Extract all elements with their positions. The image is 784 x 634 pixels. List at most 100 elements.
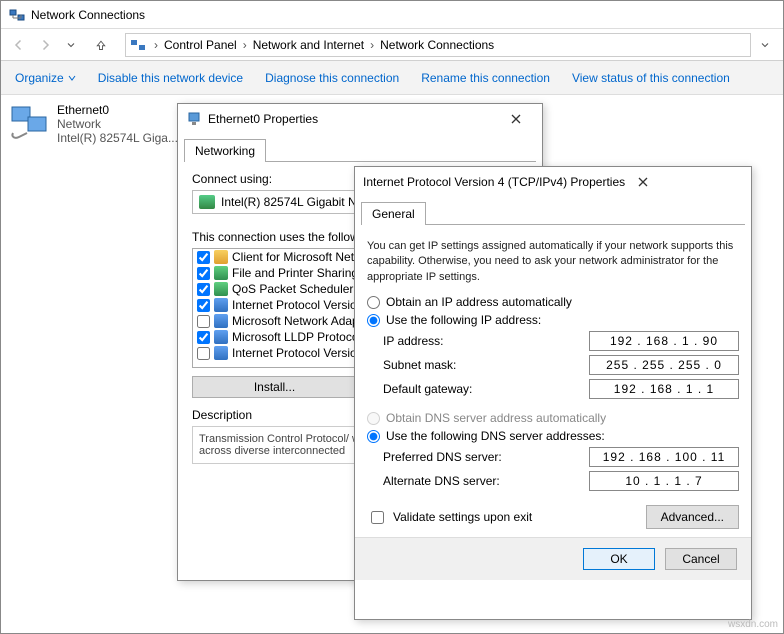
help-text: You can get IP settings assigned automat… bbox=[367, 239, 739, 285]
validate-checkbox-input[interactable] bbox=[371, 511, 384, 524]
tab-general[interactable]: General bbox=[361, 202, 426, 225]
ip-address-label: IP address: bbox=[383, 334, 589, 348]
component-label: Internet Protocol Version bbox=[232, 298, 363, 312]
adapter-icon bbox=[9, 103, 49, 143]
nic-icon bbox=[199, 195, 215, 209]
advanced-button[interactable]: Advanced... bbox=[646, 505, 739, 529]
close-button[interactable] bbox=[625, 170, 661, 194]
adapter-status: Network bbox=[57, 117, 178, 131]
component-checkbox[interactable] bbox=[197, 347, 210, 360]
component-checkbox[interactable] bbox=[197, 299, 210, 312]
close-button[interactable] bbox=[498, 107, 534, 131]
pref-dns-input[interactable]: 192 . 168 . 100 . 11 bbox=[589, 447, 739, 467]
install-button[interactable]: Install... bbox=[192, 376, 357, 398]
chevron-down-icon bbox=[68, 74, 76, 82]
use-dns-radio-input[interactable] bbox=[367, 430, 380, 443]
component-icon bbox=[214, 266, 228, 280]
command-toolbar: Organize Disable this network device Dia… bbox=[1, 61, 783, 95]
organize-menu[interactable]: Organize bbox=[15, 71, 76, 85]
component-checkbox[interactable] bbox=[197, 315, 210, 328]
component-checkbox[interactable] bbox=[197, 251, 210, 264]
network-icon bbox=[186, 111, 202, 127]
component-icon bbox=[214, 298, 228, 312]
back-button[interactable] bbox=[7, 33, 31, 57]
chevron-right-icon: › bbox=[239, 38, 251, 52]
tab-bar: General bbox=[361, 201, 745, 225]
ip-address-row: IP address: 192 . 168 . 1 . 90 bbox=[383, 331, 739, 351]
validate-checkbox[interactable]: Validate settings upon exit bbox=[367, 508, 532, 527]
up-button[interactable] bbox=[89, 33, 113, 57]
ok-button[interactable]: OK bbox=[583, 548, 655, 570]
tab-bar: Networking bbox=[184, 138, 536, 162]
forward-button[interactable] bbox=[33, 33, 57, 57]
component-label: File and Printer Sharing f bbox=[232, 266, 365, 280]
validate-row: Validate settings upon exit Advanced... bbox=[367, 505, 739, 529]
alt-dns-row: Alternate DNS server: 10 . 1 . 1 . 7 bbox=[383, 471, 739, 491]
subnet-input[interactable]: 255 . 255 . 255 . 0 bbox=[589, 355, 739, 375]
obtain-ip-radio-input[interactable] bbox=[367, 296, 380, 309]
breadcrumb-item[interactable]: Network Connections bbox=[378, 38, 496, 52]
dialog-title: Internet Protocol Version 4 (TCP/IPv4) P… bbox=[363, 175, 625, 189]
disable-device-link[interactable]: Disable this network device bbox=[98, 71, 243, 85]
titlebar: Network Connections bbox=[1, 1, 783, 29]
network-icon bbox=[9, 7, 25, 23]
subnet-label: Subnet mask: bbox=[383, 358, 589, 372]
gateway-input[interactable]: 192 . 168 . 1 . 1 bbox=[589, 379, 739, 399]
adapter-name: Ethernet0 bbox=[57, 103, 178, 117]
breadcrumb-item[interactable]: Network and Internet bbox=[251, 38, 366, 52]
subnet-row: Subnet mask: 255 . 255 . 255 . 0 bbox=[383, 355, 739, 375]
pref-dns-label: Preferred DNS server: bbox=[383, 450, 589, 464]
alt-dns-input[interactable]: 10 . 1 . 1 . 7 bbox=[589, 471, 739, 491]
dropdown-button[interactable] bbox=[753, 33, 777, 57]
component-icon bbox=[214, 330, 228, 344]
use-ip-radio-input[interactable] bbox=[367, 314, 380, 327]
chevron-right-icon: › bbox=[366, 38, 378, 52]
cancel-button[interactable]: Cancel bbox=[665, 548, 737, 570]
nic-name: Intel(R) 82574L Gigabit Ne bbox=[221, 195, 363, 209]
obtain-ip-radio[interactable]: Obtain an IP address automatically bbox=[367, 295, 739, 309]
component-label: Internet Protocol Version bbox=[232, 346, 363, 360]
breadcrumb[interactable]: › Control Panel › Network and Internet ›… bbox=[125, 33, 751, 57]
close-icon bbox=[638, 177, 648, 187]
alt-dns-label: Alternate DNS server: bbox=[383, 474, 589, 488]
network-icon bbox=[130, 37, 146, 53]
gateway-row: Default gateway: 192 . 168 . 1 . 1 bbox=[383, 379, 739, 399]
component-label: Microsoft LLDP Protoco bbox=[232, 330, 359, 344]
chevron-right-icon: › bbox=[150, 38, 162, 52]
breadcrumb-item[interactable]: Control Panel bbox=[162, 38, 239, 52]
ok-cancel-bar: OK Cancel bbox=[355, 537, 751, 580]
obtain-dns-radio: Obtain DNS server address automatically bbox=[367, 411, 739, 425]
component-checkbox[interactable] bbox=[197, 283, 210, 296]
obtain-dns-radio-input bbox=[367, 412, 380, 425]
ip-address-input[interactable]: 192 . 168 . 1 . 90 bbox=[589, 331, 739, 351]
rename-link[interactable]: Rename this connection bbox=[421, 71, 550, 85]
pref-dns-row: Preferred DNS server: 192 . 168 . 100 . … bbox=[383, 447, 739, 467]
use-ip-radio[interactable]: Use the following IP address: bbox=[367, 313, 739, 327]
adapter-info: Ethernet0 Network Intel(R) 82574L Giga..… bbox=[57, 103, 178, 145]
dialog-titlebar: Internet Protocol Version 4 (TCP/IPv4) P… bbox=[355, 167, 751, 197]
component-label: Microsoft Network Adap bbox=[232, 314, 359, 328]
view-status-link[interactable]: View status of this connection bbox=[572, 71, 730, 85]
dialog-titlebar: Ethernet0 Properties bbox=[178, 104, 542, 134]
component-icon bbox=[214, 250, 228, 264]
component-label: Client for Microsoft Netw bbox=[232, 250, 363, 264]
tab-body: You can get IP settings assigned automat… bbox=[355, 225, 751, 537]
adapter-device: Intel(R) 82574L Giga... bbox=[57, 131, 178, 145]
use-dns-radio[interactable]: Use the following DNS server addresses: bbox=[367, 429, 739, 443]
diagnose-link[interactable]: Diagnose this connection bbox=[265, 71, 399, 85]
ipv4-properties-dialog: Internet Protocol Version 4 (TCP/IPv4) P… bbox=[354, 166, 752, 620]
nav-bar: › Control Panel › Network and Internet ›… bbox=[1, 29, 783, 61]
component-checkbox[interactable] bbox=[197, 267, 210, 280]
tab-networking[interactable]: Networking bbox=[184, 139, 266, 162]
window-title: Network Connections bbox=[31, 8, 145, 22]
component-icon bbox=[214, 314, 228, 328]
component-checkbox[interactable] bbox=[197, 331, 210, 344]
recent-button[interactable] bbox=[59, 33, 83, 57]
component-label: QoS Packet Scheduler bbox=[232, 282, 353, 296]
gateway-label: Default gateway: bbox=[383, 382, 589, 396]
component-icon bbox=[214, 282, 228, 296]
close-icon bbox=[511, 114, 521, 124]
watermark: wsxdn.com bbox=[728, 619, 778, 630]
dialog-title: Ethernet0 Properties bbox=[208, 112, 498, 126]
adapter-item[interactable]: Ethernet0 Network Intel(R) 82574L Giga..… bbox=[9, 103, 178, 145]
